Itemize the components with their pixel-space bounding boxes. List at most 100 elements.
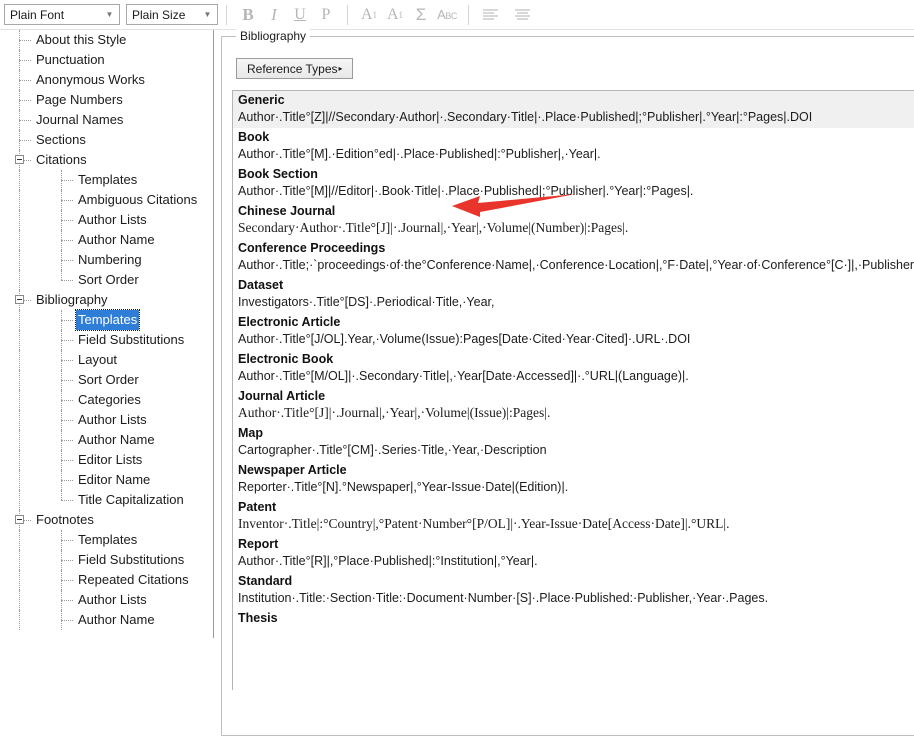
tree-item-punctuation[interactable]: Punctuation xyxy=(0,50,213,70)
template-editor-list[interactable]: Generic Author·.Title°[Z]|//Secondary·Aut… xyxy=(232,90,914,690)
tree-item-sort-order[interactable]: Sort Order xyxy=(0,370,213,390)
tree-elbow-line xyxy=(61,480,73,481)
tree-item-author-lists[interactable]: Author Lists xyxy=(0,410,213,430)
template-entry[interactable]: Electronic Article Author·.Title°[J/OL].Y… xyxy=(233,313,914,350)
tree-item-editor-name[interactable]: Editor Name xyxy=(0,470,213,490)
tree-guide-line xyxy=(19,170,20,190)
tree-item-anonymous-works[interactable]: Anonymous Works xyxy=(0,70,213,90)
template-entry[interactable]: Journal Article Author·.Title°[J]|·.Journ… xyxy=(233,387,914,424)
subscript-label: A xyxy=(386,5,399,23)
tree-item-categories[interactable]: Categories xyxy=(0,390,213,410)
font-select[interactable]: Plain Font ▼ xyxy=(4,4,120,25)
spellcheck-icon: ABC xyxy=(437,7,457,22)
template-entry[interactable]: Dataset Investigators·.Title°[DS]·.Period… xyxy=(233,276,914,313)
bold-button[interactable]: B xyxy=(235,3,261,27)
template-pattern-text[interactable]: Secondary·Author·.Title°[J]|·.Journal|,·… xyxy=(233,220,914,239)
tree-item-bibliography[interactable]: Bibliography xyxy=(0,290,213,310)
tree-collapse-icon[interactable] xyxy=(15,515,24,524)
tree-guide-line xyxy=(19,370,20,390)
tree-item-templates[interactable]: Templates xyxy=(0,170,213,190)
tree-item-templates[interactable]: Templates xyxy=(0,530,213,550)
template-pattern-text[interactable]: Investigators·.Title°[DS]·.Periodical·Ti… xyxy=(233,294,914,313)
tree-item-repeated-citations[interactable]: Repeated Citations xyxy=(0,570,213,590)
template-pattern-text[interactable]: Author·.Title°[M]|//Editor|·.Book·Title|… xyxy=(233,183,914,202)
template-pattern-text[interactable]: Cartographer·.Title°[CM]·.Series·Title,·… xyxy=(233,442,914,461)
spell-check-button[interactable]: ABC xyxy=(434,3,460,27)
tree-item-footnotes[interactable]: Footnotes xyxy=(0,510,213,530)
tree-item-about-this-style[interactable]: About this Style xyxy=(0,30,213,50)
template-entry[interactable]: Standard Institution·.Title:·Section·Titl… xyxy=(233,572,914,609)
template-entry[interactable]: Electronic Book Author·.Title°[M/OL]|·.Se… xyxy=(233,350,914,387)
template-entry[interactable]: Patent Inventor·.Title|:°Country|,°Patent… xyxy=(233,498,914,535)
tree-item-numbering[interactable]: Numbering xyxy=(0,250,213,270)
template-pattern-text[interactable]: Author·.Title°[M].·Edition°ed|·.Place·Pu… xyxy=(233,146,914,165)
tree-item-field-substitutions[interactable]: Field Substitutions xyxy=(0,330,213,350)
tree-item-label: Author Lists xyxy=(78,212,147,227)
align-center-button[interactable] xyxy=(509,3,535,27)
template-entry[interactable]: Book Author·.Title°[M].·Edition°ed|·.Plac… xyxy=(233,128,914,165)
tree-item-field-substitutions[interactable]: Field Substitutions xyxy=(0,550,213,570)
template-type-heading: Patent xyxy=(238,500,277,514)
align-left-button[interactable] xyxy=(477,3,503,27)
tree-elbow-line xyxy=(61,220,73,221)
superscript-label: A xyxy=(360,5,373,23)
tree-item-citations[interactable]: Citations xyxy=(0,150,213,170)
template-pattern-text[interactable]: Reporter·.Title°[N].°Newspaper|,°Year-Is… xyxy=(233,479,914,498)
style-navigation-tree[interactable]: About this Style Punctuation Anonymous Wor… xyxy=(0,30,214,638)
template-entry[interactable]: Newspaper Article Reporter·.Title°[N].°Ne… xyxy=(233,461,914,498)
tree-item-sections[interactable]: Sections xyxy=(0,130,213,150)
tree-elbow-line xyxy=(61,580,73,581)
template-type-heading: Book xyxy=(238,130,270,144)
template-entry[interactable]: Conference Proceedings Author·.Title;·`pr… xyxy=(233,239,914,276)
subscript-button[interactable]: A1 xyxy=(382,3,408,27)
tree-item-author-lists[interactable]: Author Lists xyxy=(0,210,213,230)
tree-elbow-line xyxy=(19,60,31,61)
template-entry[interactable]: Book Section Author·.Title°[M]|//Editor|·… xyxy=(233,165,914,202)
tree-item-label: Editor Name xyxy=(78,472,151,487)
template-pattern-text[interactable]: Author·.Title°[R]|,°Place·Published|:°In… xyxy=(233,553,914,572)
reference-types-button[interactable]: Reference Types ▸ xyxy=(236,58,353,79)
tree-item-label: Bibliography xyxy=(36,292,108,307)
tree-item-author-name[interactable]: Author Name xyxy=(0,230,213,250)
tree-collapse-icon[interactable] xyxy=(15,155,24,164)
template-pattern-text[interactable]: Author·.Title°[J/OL].Year,·Volume(Issue)… xyxy=(233,331,914,350)
template-entry[interactable]: Generic Author·.Title°[Z]|//Secondary·Aut… xyxy=(233,91,914,128)
tree-elbow-line xyxy=(61,500,73,501)
tree-item-editor-lists[interactable]: Editor Lists xyxy=(0,450,213,470)
tree-collapse-icon[interactable] xyxy=(15,295,24,304)
superscript-button[interactable]: A1 xyxy=(356,3,382,27)
template-entry[interactable]: Chinese Journal Secondary·Author·.Title°[… xyxy=(233,202,914,239)
tree-item-sort-order[interactable]: Sort Order xyxy=(0,270,213,290)
tree-item-author-name[interactable]: Author Name xyxy=(0,430,213,450)
template-pattern-text[interactable]: Institution·.Title:·Section·Title:·Docum… xyxy=(233,590,914,609)
tree-elbow-line xyxy=(19,80,31,81)
tree-item-templates[interactable]: Templates xyxy=(0,309,213,331)
template-pattern-text[interactable]: Author·.Title°[M/OL]|·.Secondary·Title|,… xyxy=(233,368,914,387)
tree-item-layout[interactable]: Layout xyxy=(0,350,213,370)
template-pattern-text[interactable] xyxy=(233,627,914,630)
tree-item-author-lists[interactable]: Author Lists xyxy=(0,590,213,610)
template-entry[interactable]: Thesis xyxy=(233,609,914,630)
tree-item-page-numbers[interactable]: Page Numbers xyxy=(0,90,213,110)
template-entry[interactable]: Map Cartographer·.Title°[CM]·.Series·Titl… xyxy=(233,424,914,461)
tree-item-journal-names[interactable]: Journal Names xyxy=(0,110,213,130)
template-entry[interactable]: Report Author·.Title°[R]|,°Place·Publishe… xyxy=(233,535,914,572)
template-type-heading: Chinese Journal xyxy=(238,204,336,218)
template-pattern-text[interactable]: Author·.Title°[Z]|//Secondary·Author|·.S… xyxy=(233,109,914,128)
tree-elbow-line xyxy=(61,440,73,441)
tree-item-author-name[interactable]: Author Name xyxy=(0,610,213,630)
tree-item-label: Author Name xyxy=(78,432,155,447)
template-type-heading: Thesis xyxy=(238,611,278,625)
tree-item-label: Field Substitutions xyxy=(78,552,185,567)
template-pattern-text[interactable]: Inventor·.Title|:°Country|,°Patent·Numbe… xyxy=(233,516,914,535)
font-size-select[interactable]: Plain Size ▼ xyxy=(126,4,218,25)
template-pattern-text[interactable]: Author·.Title°[J]|·.Journal|,·Year|,·Vol… xyxy=(233,405,914,424)
plain-text-button[interactable]: P xyxy=(313,3,339,27)
template-pattern-text[interactable]: Author·.Title;·`proceedings·of·the°Confe… xyxy=(233,257,914,276)
insert-symbol-button[interactable]: Σ xyxy=(408,3,434,27)
tree-item-ambiguous-citations[interactable]: Ambiguous Citations xyxy=(0,190,213,210)
italic-button[interactable]: I xyxy=(261,3,287,27)
tree-item-title-capitalization[interactable]: Title Capitalization xyxy=(0,490,213,510)
underline-button[interactable]: U xyxy=(287,3,313,27)
tree-item-label: Author Lists xyxy=(78,592,147,607)
